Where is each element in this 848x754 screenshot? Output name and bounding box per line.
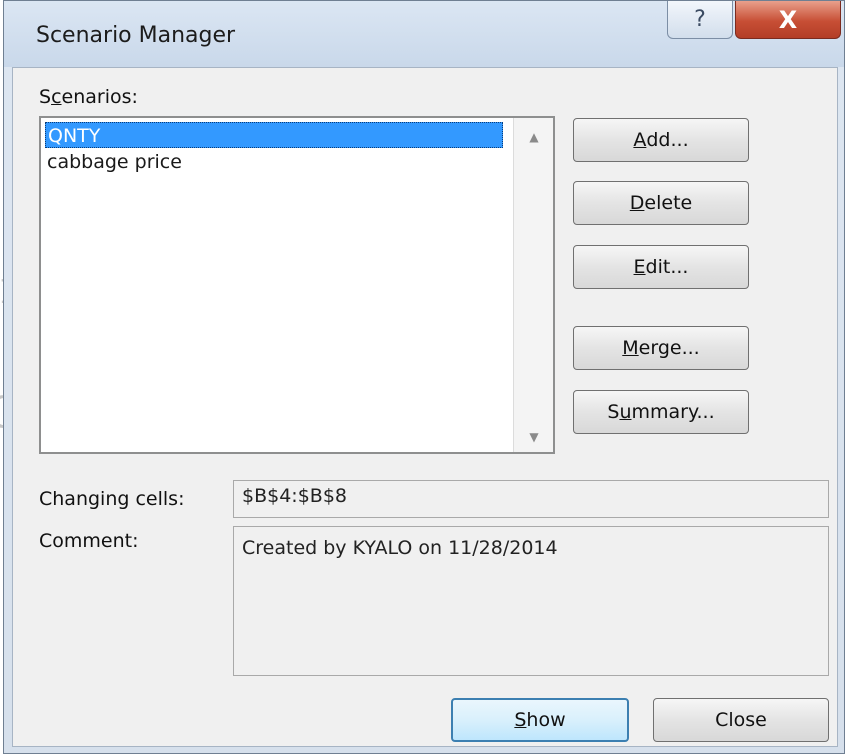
list-item-cabbage-price[interactable]: cabbage price <box>45 149 503 175</box>
scenario-manager-dialog: Scenario Manager ? X Scenarios: QNTY cab… <box>3 0 845 754</box>
comment-label: Comment: <box>39 530 139 552</box>
dialog-title: Scenario Manager <box>36 23 236 48</box>
delete-button[interactable]: Delete <box>573 181 749 225</box>
show-button[interactable]: Show <box>451 698 629 742</box>
scroll-down-arrow-icon[interactable]: ▼ <box>514 422 554 452</box>
scenarios-label: Scenarios: <box>39 86 138 108</box>
listbox-scrollbar[interactable]: ▲ ▼ <box>513 118 553 452</box>
add-button[interactable]: Add... <box>573 118 749 162</box>
comment-field: Created by KYALO on 11/28/2014 <box>233 526 829 676</box>
list-item-qnty[interactable]: QNTY <box>45 122 503 148</box>
help-icon: ? <box>694 7 706 32</box>
title-bar[interactable]: Scenario Manager ? X <box>4 1 844 67</box>
close-button[interactable]: Close <box>653 698 829 742</box>
help-button[interactable]: ? <box>667 1 733 39</box>
scenarios-listbox[interactable]: QNTY cabbage price ▲ ▼ <box>39 116 555 454</box>
dialog-client-area: Scenarios: QNTY cabbage price ▲ ▼ Add...… <box>12 67 838 747</box>
changing-cells-field: $B$4:$B$8 <box>233 480 829 518</box>
changing-cells-label: Changing cells: <box>39 488 185 510</box>
summary-button[interactable]: Su mmary... <box>573 390 749 434</box>
scroll-up-arrow-icon[interactable]: ▲ <box>514 122 554 152</box>
window-close-button[interactable]: X <box>735 1 841 39</box>
merge-button[interactable]: Merge... <box>573 326 749 370</box>
close-icon: X <box>778 5 798 34</box>
edit-button[interactable]: Edit... <box>573 245 749 289</box>
